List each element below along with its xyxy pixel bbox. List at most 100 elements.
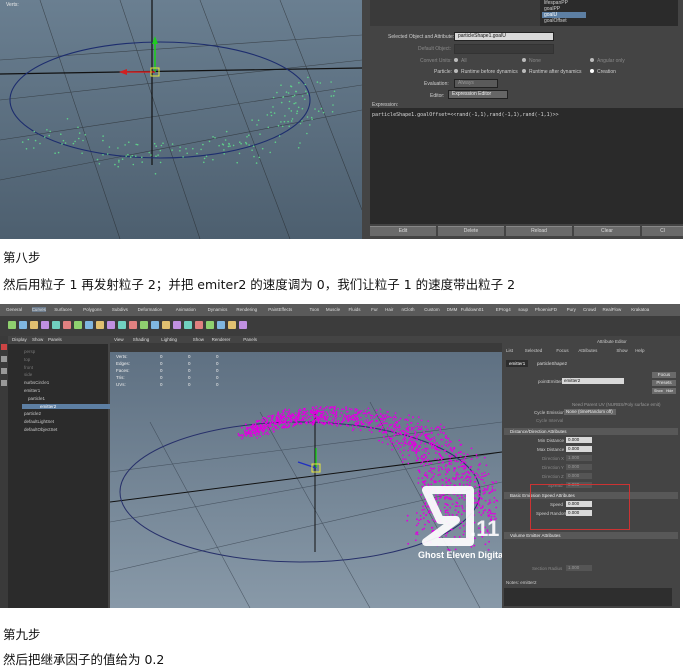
shelf-tab[interactable]: General xyxy=(6,307,22,312)
attr-item[interactable]: goalOffset xyxy=(544,18,567,24)
select-tool-icon[interactable] xyxy=(1,344,7,350)
shelf-tab[interactable]: DMM xyxy=(447,307,458,312)
max-distance-field[interactable]: 0.000 xyxy=(566,446,592,452)
viewport-menu-item[interactable]: Shading xyxy=(133,337,150,342)
shelf-tool-icon[interactable] xyxy=(107,321,115,329)
need-parent-uv-checkbox[interactable]: Need Parent UV (NURBS/Poly surface emit) xyxy=(572,402,661,407)
shelf-tab[interactable]: Fulldown01 xyxy=(461,307,484,312)
viewport-1[interactable]: Verts: xyxy=(0,0,362,239)
shelf-tab[interactable]: soup xyxy=(518,307,528,312)
shelf-tab[interactable]: Polygons xyxy=(83,307,102,312)
viewport-menu-item[interactable]: View xyxy=(114,337,124,342)
ae-node-field[interactable]: emitter2 xyxy=(562,378,624,384)
shelf-tool-icon[interactable] xyxy=(74,321,82,329)
direction-z-field[interactable]: 0.000 xyxy=(566,473,592,479)
ae-menu-item[interactable]: Selected xyxy=(525,348,543,353)
rotate-tool-icon[interactable] xyxy=(1,380,7,386)
creation-radio[interactable]: Creation xyxy=(590,69,616,75)
viewport-menu-item[interactable]: Lighting xyxy=(161,337,177,342)
shelf-tab[interactable]: Hair xyxy=(385,307,393,312)
shelf-tab[interactable]: Subdivs xyxy=(112,307,128,312)
shelf-tool-icon[interactable] xyxy=(96,321,104,329)
shelf-tab[interactable]: PaintEffects xyxy=(268,307,292,312)
shelf-tool-icon[interactable] xyxy=(151,321,159,329)
outliner-item[interactable]: defaultObjectSet xyxy=(24,427,57,432)
outliner-item[interactable]: emitter2 xyxy=(22,403,118,409)
shelf-tab[interactable]: Fluids xyxy=(349,307,361,312)
shelf-tab[interactable]: RealFlow xyxy=(603,307,622,312)
expression-textarea[interactable]: particleShape1.goalOffset=<<rand(-1,1),r… xyxy=(370,108,683,224)
clear-button[interactable]: Clear xyxy=(574,226,640,236)
shelf-tool-icon[interactable] xyxy=(63,321,71,329)
close-button[interactable]: Cl xyxy=(642,226,683,236)
edit-button[interactable]: Edit xyxy=(370,226,436,236)
z-axis-handle-2[interactable] xyxy=(297,461,317,469)
delete-button[interactable]: Delete xyxy=(438,226,504,236)
shelf-tab[interactable]: Surfaces xyxy=(54,307,72,312)
shelf-tool-icon[interactable] xyxy=(217,321,225,329)
shelf-tool-icon[interactable] xyxy=(173,321,181,329)
ae-tab-particleshape[interactable]: particleShape2 xyxy=(534,360,570,367)
shelf-tab[interactable]: Animation xyxy=(176,307,196,312)
outliner-item[interactable]: front xyxy=(24,365,33,370)
ae-focus-button[interactable]: Focus xyxy=(652,372,676,378)
shelf-tool-icon[interactable] xyxy=(162,321,170,329)
shelf-tab[interactable]: Toon xyxy=(310,307,320,312)
editor-dropdown[interactable]: Expression Editor xyxy=(448,90,508,99)
outliner-menu-show[interactable]: Show xyxy=(32,337,43,342)
shelf-tab[interactable]: Curves xyxy=(31,307,46,312)
shelf-tab[interactable]: PhoenixFD xyxy=(535,307,557,312)
selected-object-field[interactable]: particleShape1.goalU xyxy=(454,32,554,41)
viewport-2[interactable]: View Shading Lighting Show Renderer Panels .1… xyxy=(110,336,502,608)
runtime-after-radio[interactable]: Runtime after dynamics xyxy=(522,69,582,75)
shelf-tool-icon[interactable] xyxy=(184,321,192,329)
shelf-tool-icon[interactable] xyxy=(30,321,38,329)
shelf-tab[interactable]: Custom xyxy=(424,307,440,312)
outliner-item[interactable]: particle2 xyxy=(24,411,41,416)
direction-x-field[interactable]: 1.000 xyxy=(566,455,592,461)
ae-menu-item[interactable]: Help xyxy=(635,348,644,353)
cycle-emission-dropdown[interactable]: None (timeRandom off) xyxy=(564,409,616,415)
outliner-menu-display[interactable]: Display xyxy=(12,337,27,342)
direction-y-field[interactable]: 0.000 xyxy=(566,464,592,470)
shelf-tool-icon[interactable] xyxy=(129,321,137,329)
shelf-tab[interactable]: Dynamics xyxy=(208,307,228,312)
shelf-tab[interactable]: nCloth xyxy=(402,307,415,312)
shelf-tool-icon[interactable] xyxy=(228,321,236,329)
ae-menu-item[interactable]: Focus xyxy=(556,348,568,353)
shelf-tool-icon[interactable] xyxy=(8,321,16,329)
attribute-list[interactable]: lifespanPP goalPP goalU goalOffset xyxy=(540,0,678,26)
outliner-item[interactable]: particle1 xyxy=(24,396,45,401)
outliner-menu-panels[interactable]: Panels xyxy=(48,337,62,342)
outliner-item[interactable]: nurbsCircle1 xyxy=(24,380,49,385)
outliner-item[interactable]: persp xyxy=(24,349,35,354)
panel-splitter[interactable] xyxy=(362,0,370,239)
shelf-tab[interactable]: Fur xyxy=(371,307,378,312)
shelf-tool-icon[interactable] xyxy=(140,321,148,329)
convert-angular-radio[interactable]: Angular only xyxy=(590,58,625,64)
shelf-tool-icon[interactable] xyxy=(239,321,247,329)
ae-menu-item[interactable]: Show xyxy=(616,348,627,353)
shelf-tab[interactable]: Deformation xyxy=(138,307,163,312)
shelf-tab[interactable]: EProg4 xyxy=(496,307,511,312)
shelf-tool-icon[interactable] xyxy=(85,321,93,329)
shelf-tool-icon[interactable] xyxy=(118,321,126,329)
default-object-field[interactable] xyxy=(454,44,554,54)
shelf-tab[interactable]: Krakatoa xyxy=(631,307,649,312)
viewport-menu-item[interactable]: Panels xyxy=(243,337,257,342)
move-tool-icon[interactable] xyxy=(1,368,7,374)
outliner-item[interactable]: top xyxy=(24,357,30,362)
ae-menu-item[interactable]: Attributes xyxy=(578,348,597,353)
outliner-item[interactable]: emitter1 xyxy=(24,388,40,393)
convert-none-radio[interactable]: None xyxy=(522,58,541,64)
section-radius-field[interactable]: 1.000 xyxy=(566,565,592,571)
outliner-item[interactable]: side xyxy=(24,372,32,377)
shelf-tool-icon[interactable] xyxy=(195,321,203,329)
shelf-tool-icon[interactable] xyxy=(206,321,214,329)
evaluation-dropdown[interactable]: Always xyxy=(454,79,498,88)
ae-hide-button[interactable]: Hide xyxy=(664,388,676,394)
reload-button[interactable]: Reload xyxy=(506,226,572,236)
section-volume-emitter[interactable]: Volume Emitter Attributes xyxy=(504,532,678,539)
viewport-menu-item[interactable]: Show xyxy=(193,337,204,342)
min-distance-field[interactable]: 0.000 xyxy=(566,437,592,443)
